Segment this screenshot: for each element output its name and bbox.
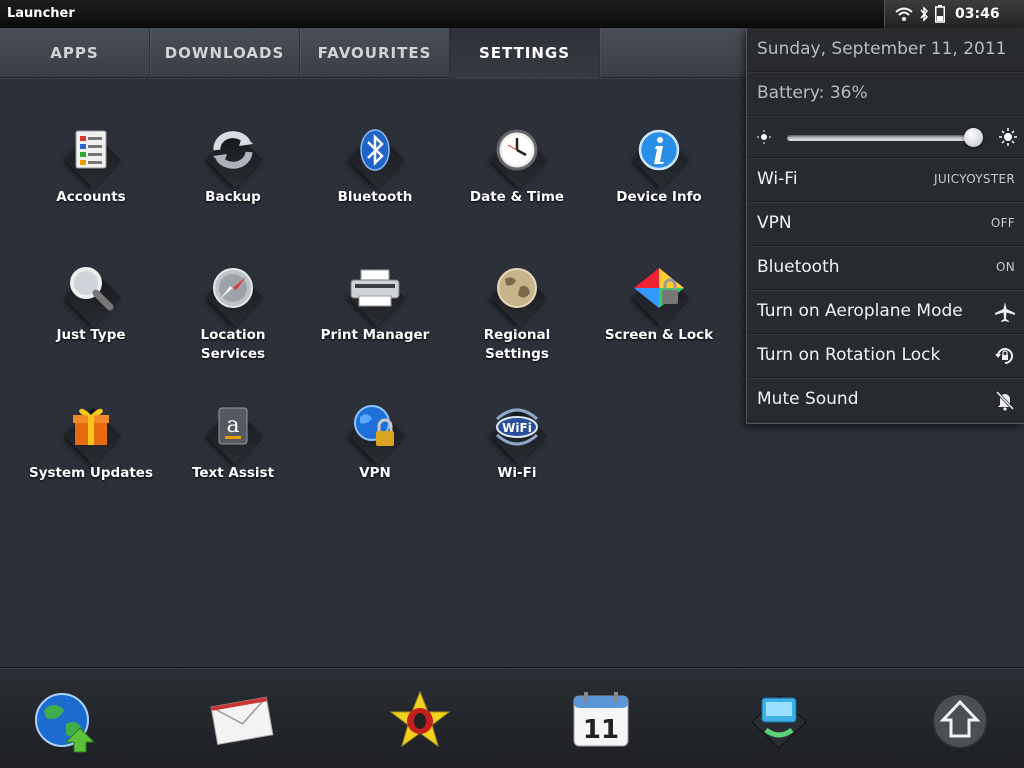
app-label: Regional Settings <box>483 327 551 362</box>
menu-battery-row: Battery: 36% <box>747 72 1024 116</box>
menu-vpn-label: VPN <box>757 213 792 233</box>
status-bar: Launcher 03:46 <box>0 0 1024 28</box>
app-label: Wi-Fi <box>497 465 537 481</box>
system-menu: Sunday, September 11, 2011 Battery: 36% … <box>746 28 1024 424</box>
bluetooth-icon <box>920 6 929 22</box>
wifi-icon <box>895 7 913 21</box>
dock-email[interactable] <box>208 688 274 754</box>
dock-launcher-toggle[interactable] <box>927 688 993 754</box>
svg-text:WiFi: WiFi <box>502 421 532 435</box>
browser-globe-icon <box>35 693 96 753</box>
app-vpn[interactable]: VPN <box>310 394 440 514</box>
app-regional-settings[interactable]: Regional Settings <box>452 256 582 376</box>
app-device-info[interactable]: Device Info <box>594 118 724 238</box>
app-label: Date & Time <box>469 189 565 205</box>
calendar-icon: 11 <box>573 692 629 747</box>
app-system-updates[interactable]: System Updates <box>26 394 156 514</box>
launcher-up-icon <box>932 693 988 749</box>
app-text-assist[interactable]: a Text Assist <box>168 394 298 514</box>
tab-apps[interactable]: APPS <box>0 28 150 78</box>
dock-calendar[interactable]: 11 <box>568 688 634 754</box>
screen-lock-icon <box>634 268 684 308</box>
menu-bluetooth-value: ON <box>995 260 1015 274</box>
menu-date: Sunday, September 11, 2011 <box>757 39 1007 59</box>
menu-wifi-value: JUICYOYSTER <box>934 172 1015 186</box>
tab-favourites[interactable]: FAVOURITES <box>300 28 450 78</box>
calendar-day: 11 <box>583 715 619 745</box>
menu-wifi-label: Wi-Fi <box>757 169 798 189</box>
app-location-services[interactable]: Location Services <box>168 256 298 376</box>
printer-icon <box>350 269 400 307</box>
app-label: Text Assist <box>191 465 275 481</box>
app-label: Backup <box>205 189 261 205</box>
battery-icon <box>935 5 945 23</box>
menu-vpn[interactable]: VPN OFF <box>747 202 1024 246</box>
app-label: System Updates <box>29 465 153 481</box>
tab-settings[interactable]: SETTINGS <box>450 28 600 78</box>
app-label: Bluetooth <box>337 189 413 205</box>
wifi-app-icon: WiFi <box>495 408 539 446</box>
brightness-low-icon <box>757 130 771 144</box>
brightness-row <box>747 116 1024 158</box>
app-accounts[interactable]: Accounts <box>26 118 156 238</box>
app-label: Just Type <box>56 327 126 343</box>
menu-rotation-lock[interactable]: Turn on Rotation Lock <box>747 334 1024 378</box>
dock-star-app[interactable] <box>387 688 453 754</box>
menu-vpn-value: OFF <box>990 216 1015 230</box>
phone-app-icon <box>751 695 807 749</box>
bluetooth-app-icon <box>360 129 390 171</box>
brightness-slider-handle[interactable] <box>964 128 984 147</box>
rotation-lock-icon <box>995 348 1013 364</box>
app-screen-lock[interactable]: Screen & Lock <box>594 256 724 376</box>
dock-phone-app[interactable] <box>746 688 812 754</box>
app-label: Accounts <box>56 189 126 205</box>
app-wi-fi[interactable]: WiFi Wi-Fi <box>452 394 582 514</box>
app-backup[interactable]: Backup <box>168 118 298 238</box>
menu-rotation-label: Turn on Rotation Lock <box>757 345 941 365</box>
globe-icon <box>497 268 537 308</box>
menu-bluetooth[interactable]: Bluetooth ON <box>747 246 1024 290</box>
app-label: Screen & Lock <box>604 327 714 343</box>
menu-mute-sound[interactable]: Mute Sound <box>747 378 1024 422</box>
gift-icon <box>73 408 109 445</box>
menu-bluetooth-label: Bluetooth <box>757 257 840 277</box>
compass-icon <box>213 268 253 308</box>
email-icon <box>210 696 274 745</box>
app-bluetooth[interactable]: Bluetooth <box>310 118 440 238</box>
star-app-icon <box>389 690 451 748</box>
accounts-icon <box>75 130 107 169</box>
clock-icon <box>496 129 538 171</box>
app-label: VPN <box>359 465 391 481</box>
backup-icon <box>213 131 253 169</box>
menu-mute-label: Mute Sound <box>757 389 859 409</box>
quick-launch-dock: 11 <box>0 667 1024 768</box>
tab-downloads[interactable]: DOWNLOADS <box>150 28 300 78</box>
app-title: Launcher <box>7 6 75 21</box>
info-icon <box>638 129 680 171</box>
airplane-icon <box>995 302 1015 322</box>
clock-time: 03:46 <box>955 6 1000 22</box>
menu-wifi[interactable]: Wi-Fi JUICYOYSTER <box>747 158 1024 202</box>
app-label: Device Info <box>616 189 702 205</box>
app-print-manager[interactable]: Print Manager <box>310 256 440 376</box>
mute-bell-icon <box>995 390 1015 411</box>
brightness-slider[interactable] <box>787 135 983 141</box>
dock-browser[interactable] <box>32 688 98 754</box>
status-area[interactable]: 03:46 <box>884 0 1024 28</box>
menu-date-row: Sunday, September 11, 2011 <box>747 28 1024 72</box>
svg-text:a: a <box>226 413 239 438</box>
app-date-time[interactable]: Date & Time <box>452 118 582 238</box>
magnifier-icon <box>70 267 114 311</box>
menu-aeroplane-mode[interactable]: Turn on Aeroplane Mode <box>747 290 1024 334</box>
app-label: Location Services <box>200 327 266 362</box>
brightness-high-icon <box>999 128 1017 146</box>
app-just-type[interactable]: Just Type <box>26 256 156 376</box>
text-assist-icon: a <box>218 407 248 445</box>
app-label: Print Manager <box>320 327 430 343</box>
vpn-globe-lock-icon <box>354 405 394 446</box>
menu-battery: Battery: 36% <box>757 83 868 103</box>
menu-aeroplane-label: Turn on Aeroplane Mode <box>757 301 963 321</box>
